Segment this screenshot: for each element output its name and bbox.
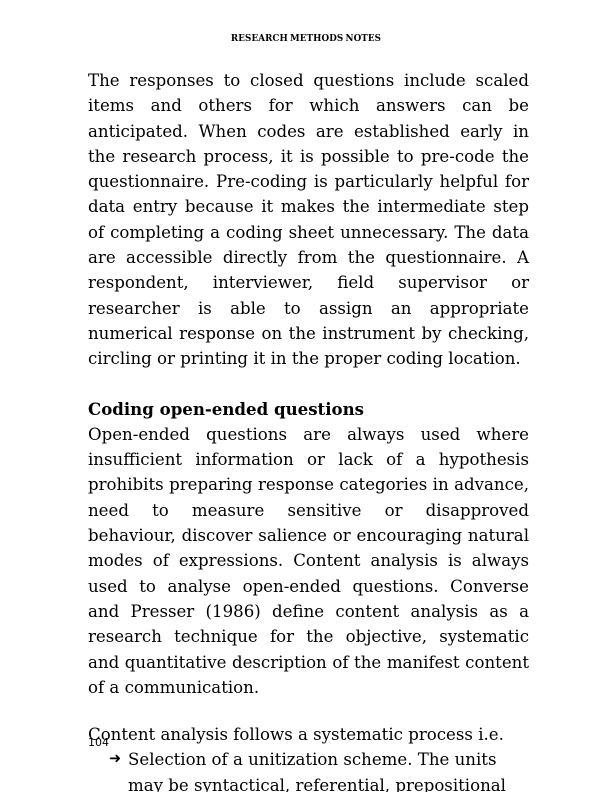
paragraph-closed-questions: The responses to closed questions includ… [88,71,529,369]
section-heading-coding-open-ended-questions: Coding open-ended questions [88,398,364,419]
page-content: The responses to closed questions includ… [88,68,529,792]
paragraph-content-analysis-process: Content analysis follows a systematic pr… [88,725,504,745]
document-page: RESEARCH METHODS NOTES The responses to … [0,0,612,792]
page-number: 104 [88,736,109,749]
content-analysis-steps-list: ➜ Selection of a unitization scheme. The… [88,747,529,792]
list-item: ➜ Selection of a unitization scheme. The… [88,747,529,792]
list-item-label: Selection of a unitization scheme. The u… [128,750,506,792]
paragraph-open-ended-questions: Open-ended questions are always used whe… [88,424,529,697]
running-header: RESEARCH METHODS NOTES [230,33,382,44]
arrow-bullet-icon: ➜ [109,751,122,768]
